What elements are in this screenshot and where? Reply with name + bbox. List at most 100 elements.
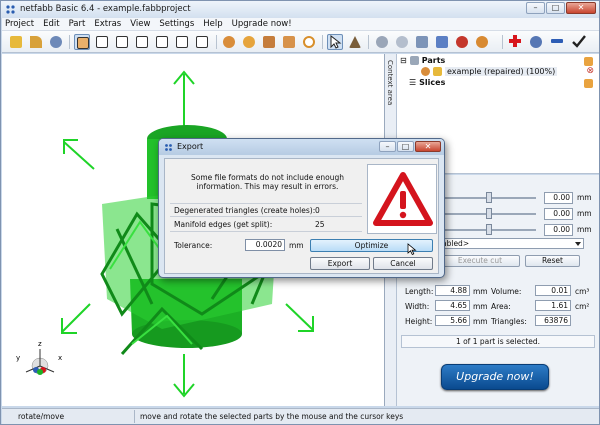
height-label: Height: bbox=[405, 317, 433, 326]
menu-edit[interactable]: Edit bbox=[43, 19, 59, 29]
menu-settings[interactable]: Settings bbox=[159, 19, 194, 29]
selection-status: 1 of 1 part is selected. bbox=[401, 335, 595, 348]
dialog-title-bar[interactable]: Export – □ ✕ bbox=[159, 139, 444, 155]
move-tool-icon[interactable] bbox=[347, 34, 363, 50]
menu-view[interactable]: View bbox=[130, 19, 150, 29]
boolean-icon[interactable] bbox=[454, 34, 470, 50]
slider-x-unit: mm bbox=[577, 193, 592, 202]
status-mode: rotate/move bbox=[18, 412, 65, 421]
view-iso-icon[interactable] bbox=[194, 34, 210, 50]
menu-help[interactable]: Help bbox=[203, 19, 222, 29]
window-title: netfabb Basic 6.4 - example.fabbproject bbox=[20, 4, 191, 14]
cut-mode-select[interactable]: abled> bbox=[439, 238, 584, 249]
apply-check-icon[interactable] bbox=[572, 34, 588, 50]
part-status-icon bbox=[433, 67, 442, 76]
add-slices-icon[interactable] bbox=[584, 79, 593, 88]
rotate-view-icon[interactable] bbox=[221, 34, 237, 50]
zoom-selection-icon[interactable] bbox=[281, 34, 297, 50]
export-button[interactable]: Export bbox=[310, 257, 370, 270]
tree-slices-label: Slices bbox=[419, 78, 446, 87]
menu-bar: Project Edit Part Extras View Settings H… bbox=[2, 18, 599, 31]
height-value: 5.66 bbox=[435, 315, 470, 326]
height-unit: mm bbox=[473, 317, 488, 326]
area-unit: cm² bbox=[575, 302, 590, 311]
tree-slices-row[interactable]: ☰ Slices bbox=[409, 78, 445, 87]
tree-parts-row[interactable]: ⊟ Parts bbox=[400, 56, 445, 65]
layout-icon[interactable] bbox=[434, 34, 450, 50]
cut-icon[interactable] bbox=[394, 34, 410, 50]
length-value: 4.88 bbox=[435, 285, 470, 296]
area-value: 1.61 bbox=[535, 300, 571, 311]
view-top-icon[interactable] bbox=[154, 34, 170, 50]
dialog-close-button[interactable]: ✕ bbox=[415, 141, 441, 152]
slider-x-value[interactable]: 0.00 bbox=[544, 192, 573, 204]
slider-thumb[interactable] bbox=[485, 208, 492, 219]
open-folder-icon[interactable] bbox=[8, 34, 24, 50]
width-label: Width: bbox=[405, 302, 430, 311]
app-window: netfabb Basic 6.4 - example.fabbproject … bbox=[0, 0, 600, 425]
manifold-label: Manifold edges (get split): bbox=[174, 220, 273, 229]
maximize-button[interactable]: □ bbox=[546, 2, 565, 14]
dimensions-grid: Length: 4.88 mm Volume: 0.01 cm³ Width: … bbox=[397, 285, 599, 335]
chevron-down-icon bbox=[575, 242, 581, 246]
zoom-fit-icon[interactable] bbox=[261, 34, 277, 50]
align-icon[interactable] bbox=[414, 34, 430, 50]
cut-mode-value: abled> bbox=[442, 239, 470, 248]
analysis-icon[interactable] bbox=[528, 34, 544, 50]
tolerance-unit: mm bbox=[289, 241, 304, 250]
triangles-value: 63876 bbox=[535, 315, 571, 326]
tree-part-label: example (repaired) (100%) bbox=[445, 67, 558, 76]
collapse-minus-icon[interactable] bbox=[550, 34, 566, 50]
area-label: Area: bbox=[491, 302, 511, 311]
zoom-icon[interactable] bbox=[301, 34, 317, 50]
main-toolbar bbox=[2, 31, 599, 53]
tolerance-input[interactable]: 0.0020 bbox=[245, 239, 285, 251]
context-area-label: Context area bbox=[386, 60, 394, 106]
view-left-icon[interactable] bbox=[114, 34, 130, 50]
menu-extras[interactable]: Extras bbox=[94, 19, 121, 29]
measure-icon[interactable] bbox=[374, 34, 390, 50]
remove-part-icon[interactable]: ⊗ bbox=[586, 66, 594, 76]
slider-thumb[interactable] bbox=[485, 224, 492, 235]
parts-folder-icon bbox=[409, 56, 419, 65]
repair-cross-icon[interactable] bbox=[508, 34, 524, 50]
width-unit: mm bbox=[473, 302, 488, 311]
warning-panel bbox=[367, 164, 437, 234]
execute-cut-button[interactable]: Execute cut bbox=[440, 255, 520, 267]
cancel-button[interactable]: Cancel bbox=[373, 257, 433, 270]
view-back-icon[interactable] bbox=[94, 34, 110, 50]
dialog-maximize-button[interactable]: □ bbox=[397, 141, 414, 152]
view-bottom-icon[interactable] bbox=[174, 34, 190, 50]
pan-view-icon[interactable] bbox=[241, 34, 257, 50]
add-parts-icon[interactable] bbox=[584, 57, 593, 66]
collapse-icon[interactable]: ⊟ bbox=[400, 56, 407, 65]
add-part-icon[interactable] bbox=[28, 34, 44, 50]
dialog-title: Export bbox=[177, 142, 204, 151]
reset-button[interactable]: Reset bbox=[525, 255, 580, 267]
slider-thumb[interactable] bbox=[485, 192, 492, 203]
slider-z-value[interactable]: 0.00 bbox=[544, 224, 573, 236]
status-hint: move and rotate the selected parts by th… bbox=[140, 412, 404, 421]
dialog-minimize-button[interactable]: – bbox=[379, 141, 396, 152]
menu-project[interactable]: Project bbox=[5, 19, 34, 29]
properties-icon[interactable] bbox=[48, 34, 64, 50]
triangles-label: Triangles: bbox=[491, 317, 527, 326]
degenerated-value: 0 bbox=[315, 206, 320, 215]
color-ball-icon[interactable] bbox=[474, 34, 490, 50]
tree-part-row[interactable]: example (repaired) (100%) bbox=[421, 67, 558, 76]
minimize-button[interactable]: – bbox=[526, 2, 545, 14]
axis-indicator: z y x bbox=[16, 340, 62, 375]
view-front-icon[interactable] bbox=[74, 34, 90, 50]
volume-label: Volume: bbox=[491, 287, 522, 296]
menu-part[interactable]: Part bbox=[69, 19, 86, 29]
title-bar: netfabb Basic 6.4 - example.fabbproject … bbox=[1, 1, 599, 18]
axis-x-label: x bbox=[58, 354, 62, 362]
select-cursor-icon[interactable] bbox=[327, 34, 343, 50]
axis-z-label: z bbox=[38, 340, 42, 348]
menu-upgrade-now[interactable]: Upgrade now! bbox=[232, 19, 292, 29]
slider-y-value[interactable]: 0.00 bbox=[544, 208, 573, 220]
close-button[interactable]: ✕ bbox=[566, 2, 596, 14]
slider-z-unit: mm bbox=[577, 225, 592, 234]
upgrade-now-button[interactable]: Upgrade now! bbox=[441, 364, 549, 390]
view-right-icon[interactable] bbox=[134, 34, 150, 50]
